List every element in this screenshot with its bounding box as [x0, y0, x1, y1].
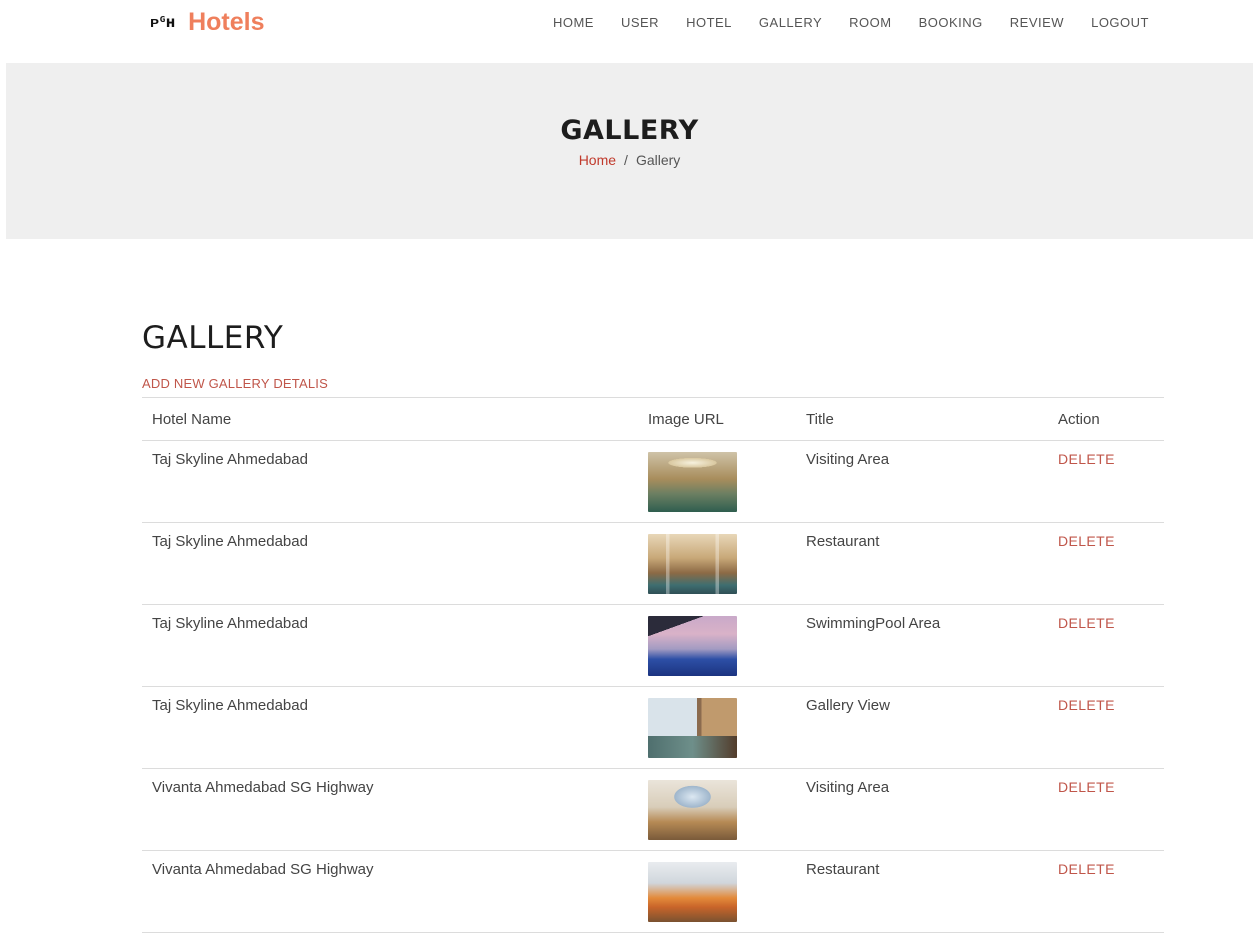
action-cell: DELETE — [1048, 850, 1164, 933]
image-cell — [638, 604, 796, 687]
top-navigation-bar: ᴘᴳʜ Hotels HOME USER HOTEL GALLERY ROOM … — [0, 0, 1253, 62]
nav-home[interactable]: HOME — [553, 15, 594, 30]
gallery-thumbnail-image — [648, 616, 737, 676]
column-header-title: Title — [796, 397, 1048, 441]
image-cell — [638, 440, 796, 523]
title-cell: Visiting Area — [796, 768, 1048, 851]
title-cell: SwimmingPool Area — [796, 604, 1048, 687]
image-cell — [638, 686, 796, 769]
table-row: Taj Skyline Ahmedabad SwimmingPool Area … — [142, 604, 1164, 687]
hotel-name-cell: Taj Skyline Ahmedabad — [142, 522, 638, 605]
breadcrumb-current: Gallery — [635, 152, 681, 168]
hotel-name-cell: Taj Skyline Ahmedabad — [142, 686, 638, 769]
hotel-name-cell: Vivanta Ahmedabad SG Highway — [142, 850, 638, 933]
gallery-thumbnail-image — [648, 862, 737, 922]
action-cell: DELETE — [1048, 604, 1164, 687]
delete-button[interactable]: DELETE — [1058, 451, 1115, 467]
delete-button[interactable]: DELETE — [1058, 861, 1115, 877]
table-row: Vivanta Ahmedabad SG Highway Visiting Ar… — [142, 768, 1164, 851]
page-banner: GALLERY Home / Gallery — [6, 63, 1253, 239]
main-content: GALLERY ADD NEW GALLERY DETALIS Hotel Na… — [142, 320, 1164, 933]
table-row: Vivanta Ahmedabad SG Highway Restaurant … — [142, 850, 1164, 933]
main-nav: HOME USER HOTEL GALLERY ROOM BOOKING REV… — [553, 15, 1149, 30]
table-header-row: Hotel Name Image URL Title Action — [142, 397, 1164, 441]
nav-logout[interactable]: LOGOUT — [1091, 15, 1149, 30]
gallery-thumbnail-image — [648, 780, 737, 840]
nav-user[interactable]: USER — [621, 15, 659, 30]
action-cell: DELETE — [1048, 522, 1164, 605]
banner-title: GALLERY — [560, 115, 699, 146]
delete-button[interactable]: DELETE — [1058, 533, 1115, 549]
nav-review[interactable]: REVIEW — [1010, 15, 1064, 30]
gallery-thumbnail-image — [648, 534, 737, 594]
hotel-name-cell: Vivanta Ahmedabad SG Highway — [142, 768, 638, 851]
nav-booking[interactable]: BOOKING — [919, 15, 983, 30]
hotel-name-cell: Taj Skyline Ahmedabad — [142, 440, 638, 523]
breadcrumb-home-link[interactable]: Home — [579, 152, 616, 168]
delete-button[interactable]: DELETE — [1058, 697, 1115, 713]
image-cell — [638, 850, 796, 933]
gallery-thumbnail-image — [648, 452, 737, 512]
gallery-thumbnail-image — [648, 698, 737, 758]
title-cell: Gallery View — [796, 686, 1048, 769]
hotel-name-cell: Taj Skyline Ahmedabad — [142, 604, 638, 687]
nav-hotel[interactable]: HOTEL — [686, 15, 732, 30]
action-cell: DELETE — [1048, 686, 1164, 769]
delete-button[interactable]: DELETE — [1058, 615, 1115, 631]
image-cell — [638, 522, 796, 605]
table-row: Taj Skyline Ahmedabad Restaurant DELETE — [142, 522, 1164, 605]
title-cell: Restaurant — [796, 850, 1048, 933]
add-gallery-link[interactable]: ADD NEW GALLERY DETALIS — [142, 376, 1164, 391]
gallery-table: Hotel Name Image URL Title Action Taj Sk… — [142, 397, 1164, 933]
breadcrumb-separator: / — [624, 152, 628, 168]
table-row: Taj Skyline Ahmedabad Visiting Area DELE… — [142, 440, 1164, 523]
brand[interactable]: ᴘᴳʜ Hotels — [150, 8, 264, 37]
column-header-hotel-name: Hotel Name — [142, 397, 638, 441]
table-row: Taj Skyline Ahmedabad Gallery View DELET… — [142, 686, 1164, 769]
page-title: GALLERY — [142, 320, 284, 356]
nav-gallery[interactable]: GALLERY — [759, 15, 822, 30]
action-cell: DELETE — [1048, 440, 1164, 523]
breadcrumb: Home / Gallery — [6, 152, 1253, 168]
column-header-action: Action — [1048, 397, 1164, 441]
column-header-image-url: Image URL — [638, 397, 796, 441]
delete-button[interactable]: DELETE — [1058, 779, 1115, 795]
nav-room[interactable]: ROOM — [849, 15, 891, 30]
image-cell — [638, 768, 796, 851]
title-cell: Restaurant — [796, 522, 1048, 605]
title-cell: Visiting Area — [796, 440, 1048, 523]
brand-name: Hotels — [188, 8, 265, 36]
action-cell: DELETE — [1048, 768, 1164, 851]
brand-logo-icon: ᴘᴳʜ — [150, 13, 175, 31]
